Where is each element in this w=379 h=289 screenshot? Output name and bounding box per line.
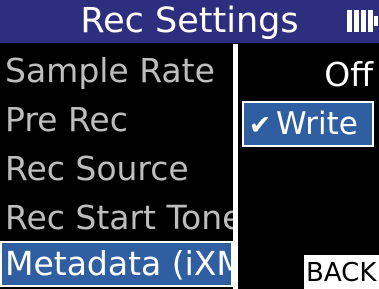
battery-icon bbox=[347, 10, 378, 32]
screen-title: Rec Settings bbox=[80, 1, 299, 41]
back-button[interactable]: BACK bbox=[304, 255, 379, 289]
check-icon: ✔ bbox=[248, 110, 272, 141]
settings-menu: Sample Rate Pre Rec Rec Source Rec Start… bbox=[0, 48, 233, 289]
menu-item-sample-rate[interactable]: Sample Rate bbox=[0, 48, 233, 94]
menu-item-rec-start-tone[interactable]: Rec Start Tone bbox=[0, 195, 233, 241]
menu-item-pre-rec[interactable]: Pre Rec bbox=[0, 97, 233, 143]
option-write-label: Write bbox=[276, 106, 358, 142]
option-off[interactable]: Off bbox=[324, 53, 373, 97]
header-bar: Rec Settings bbox=[0, 0, 379, 43]
option-write[interactable]: ✔ Write bbox=[242, 101, 374, 147]
options-pane: Off ✔ Write BACK bbox=[238, 44, 379, 289]
menu-item-metadata[interactable]: Metadata (iXML) bbox=[0, 241, 233, 287]
menu-item-rec-source[interactable]: Rec Source bbox=[0, 146, 233, 192]
